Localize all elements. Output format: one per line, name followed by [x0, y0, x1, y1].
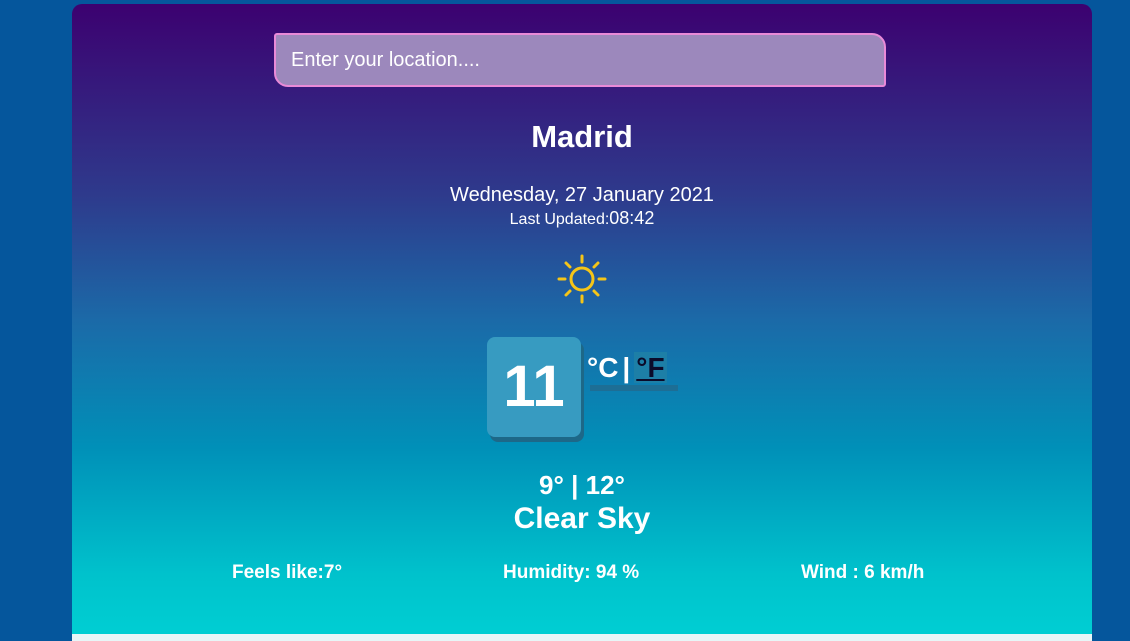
weather-card: Madrid Wednesday, 27 January 2021 Last U… [72, 4, 1092, 638]
fahrenheit-link[interactable]: °F [634, 352, 667, 383]
wind-speed: Wind : 6 km/h [801, 562, 925, 583]
card-footer-strip [72, 634, 1092, 641]
min-max-temperature: 9° | 12° [539, 470, 625, 500]
unit-toggle-underline [590, 385, 678, 391]
last-updated-time: 08:42 [609, 208, 655, 228]
feels-like: Feels like:7° [232, 562, 343, 583]
current-date: Wednesday, 27 January 2021 [450, 184, 714, 206]
weather-description: Clear Sky [513, 502, 651, 535]
last-updated-label: Last Updated: [509, 211, 610, 228]
page-background: Madrid Wednesday, 27 January 2021 Last U… [0, 0, 1130, 641]
last-updated: Last Updated:08:42 [72, 208, 1092, 229]
location-search-input[interactable] [274, 33, 886, 87]
humidity: Humidity: 94 % [503, 562, 640, 583]
celsius-link[interactable]: °C [587, 352, 618, 383]
sun-icon [557, 254, 607, 304]
city-name: Madrid [531, 119, 633, 154]
unit-toggle: °C | °F [587, 352, 667, 384]
current-temperature: 11 [487, 337, 581, 437]
unit-separator: | [622, 352, 631, 383]
